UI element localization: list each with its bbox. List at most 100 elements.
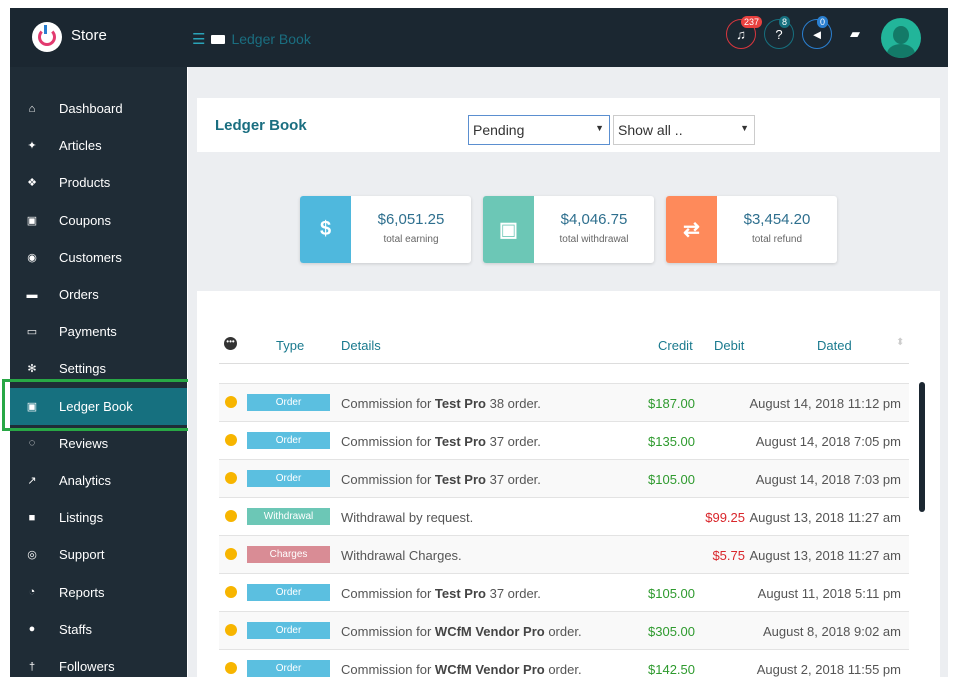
sidebar-item-support[interactable]: ◎ Support	[10, 536, 187, 573]
money-icon	[211, 34, 226, 44]
details-text: Withdrawal by request.	[341, 510, 474, 525]
knowledgebase-button[interactable]: ▰	[840, 19, 870, 49]
pending-status-icon	[225, 624, 237, 636]
page-header-card: Ledger Book Pending ▼ Show all .. ▼	[197, 98, 940, 152]
scrollbar[interactable]	[919, 382, 925, 512]
status-filter-select[interactable]: Pending ▼	[468, 115, 610, 145]
pending-status-icon	[225, 586, 237, 598]
store-logo-icon[interactable]	[32, 22, 62, 52]
column-header-dated[interactable]: Dated	[817, 338, 852, 353]
page-title: Ledger Book	[215, 117, 307, 134]
gift-icon: ▣	[26, 214, 38, 227]
ledger-table: ••• Type Details Credit Debit Dated ⬍ Or…	[197, 291, 940, 691]
sidebar-item-label: Listings	[59, 510, 104, 526]
sidebar-item-listings[interactable]: ■ Listings	[10, 499, 187, 536]
notifications-button[interactable]: ♫ 237	[726, 16, 763, 49]
details-text: Commission for WCfM Vendor Pro order.	[341, 662, 582, 677]
sidebar-item-label: Payments	[59, 324, 117, 340]
details-text: Commission for WCfM Vendor Pro order.	[341, 624, 582, 639]
main-content: Ledger Book Pending ▼ Show all .. ▼ $ $6,05…	[188, 67, 948, 691]
sidebar-item-coupons[interactable]: ▣ Coupons	[10, 202, 187, 239]
debit-value: $5.75	[712, 548, 745, 563]
life-ring-icon: ◎	[27, 549, 37, 562]
sidebar-item-orders[interactable]: ▬ Orders	[10, 276, 187, 313]
line-chart-icon: ↗	[27, 475, 37, 487]
sidebar-item-label: Articles	[59, 138, 102, 154]
type-badge: Order	[247, 584, 330, 601]
pending-status-icon	[225, 434, 237, 446]
store-name[interactable]: Store	[71, 27, 107, 44]
column-header-type[interactable]: Type	[276, 338, 304, 353]
type-badge: Order	[247, 470, 330, 487]
sidebar-item-products[interactable]: ❖ Products	[10, 164, 187, 201]
date-value: August 13, 2018 11:27 am	[749, 510, 901, 525]
type-badge: Order	[247, 394, 330, 411]
briefcase-icon: ■	[28, 511, 36, 524]
credit-value: $142.50	[648, 662, 695, 677]
total-withdrawal-label: total withdrawal	[559, 234, 629, 245]
sidebar-item-dashboard[interactable]: ⌂ Dashboard	[10, 90, 187, 127]
total-earning-card: $ $6,051.25 total earning	[300, 196, 471, 263]
date-value: August 14, 2018 11:12 pm	[749, 396, 901, 411]
bell-icon: ♫	[736, 26, 746, 42]
table-row: Order Commission for Test Pro 37 order. $1…	[219, 573, 909, 611]
table-row: Order Commission for WCfM Vendor Pro orde…	[219, 611, 909, 649]
table-row: Charges Withdrawal Charges. $5.75 August 13…	[219, 535, 909, 573]
avatar[interactable]	[881, 18, 921, 58]
notifications-badge: 237	[741, 16, 763, 28]
details-text: Commission for Test Pro 37 order.	[341, 586, 541, 601]
sidebar-item-customers[interactable]: ◉ Customers	[10, 239, 187, 276]
pending-status-icon	[225, 510, 237, 522]
credit-value: $105.00	[648, 472, 695, 487]
total-earning-label: total earning	[383, 234, 439, 245]
more-options-icon[interactable]: •••	[224, 337, 237, 350]
sidebar-item-payments[interactable]: ▭ Payments	[10, 313, 187, 350]
credit-value: $187.00	[648, 396, 695, 411]
credit-value: $135.00	[648, 434, 695, 449]
column-header-credit[interactable]: Credit	[658, 338, 693, 353]
total-refund-card: ⇄ $3,454.20 total refund	[666, 196, 837, 263]
type-filter-select[interactable]: Show all .. ▼	[613, 115, 755, 145]
column-header-debit[interactable]: Debit	[714, 338, 744, 353]
column-header-details[interactable]: Details	[341, 338, 381, 353]
details-text: Commission for Test Pro 37 order.	[341, 472, 541, 487]
pending-status-icon	[225, 548, 237, 560]
total-withdrawal-value: $4,046.75	[560, 211, 628, 228]
top-header: Store ☰ Ledger Book ♫ 237 ? 8 ◄ 0 ▰	[10, 8, 948, 67]
sidebar-item-analytics[interactable]: ↗ Analytics	[10, 462, 187, 499]
articles-icon: ✦	[27, 140, 37, 153]
table-row: Order Commission for Test Pro 37 order. $1…	[219, 459, 909, 497]
sort-icon[interactable]: ⬍	[896, 337, 904, 348]
total-earning-value: $6,051.25	[377, 211, 445, 228]
sidebar-item-label: Support	[59, 547, 105, 563]
credit-card-icon: ▭	[26, 326, 38, 339]
type-badge: Order	[247, 432, 330, 449]
sidebar-item-staffs[interactable]: ● Staffs	[10, 611, 187, 648]
help-badge: 8	[779, 16, 791, 28]
highlight-box	[2, 379, 196, 431]
home-icon: ⌂	[28, 102, 36, 115]
date-value: August 13, 2018 11:27 am	[749, 548, 901, 563]
sidebar-item-articles[interactable]: ✦ Articles	[10, 127, 187, 164]
announcements-button[interactable]: ◄ 0	[802, 16, 832, 49]
details-text: Commission for Test Pro 38 order.	[341, 396, 541, 411]
sidebar-item-label: Staffs	[59, 621, 93, 637]
pie-chart-icon: ◔	[28, 586, 36, 599]
sidebar-item-followers[interactable]: † Followers	[10, 648, 187, 685]
help-button[interactable]: ? 8	[764, 16, 794, 49]
details-text: Commission for Test Pro 37 order.	[341, 434, 541, 449]
dollar-icon: $	[300, 196, 351, 263]
menu-toggle-icon[interactable]: ☰	[192, 30, 205, 48]
breadcrumb-title: Ledger Book	[231, 31, 311, 47]
dropdown-arrow-icon: ▼	[595, 123, 604, 133]
table-row: Order Commission for Test Pro 38 order. $1…	[219, 383, 909, 421]
status-filter-value: Pending	[473, 122, 525, 138]
refresh-icon: ⇄	[666, 196, 717, 263]
sidebar-item-reports[interactable]: ◔ Reports	[10, 574, 187, 611]
question-icon: ?	[775, 26, 783, 42]
date-value: August 14, 2018 7:05 pm	[755, 434, 901, 449]
debit-value: $99.25	[705, 510, 745, 525]
details-text: Withdrawal Charges.	[341, 548, 462, 563]
pending-status-icon	[225, 396, 237, 408]
money-icon: ▣	[483, 196, 534, 263]
